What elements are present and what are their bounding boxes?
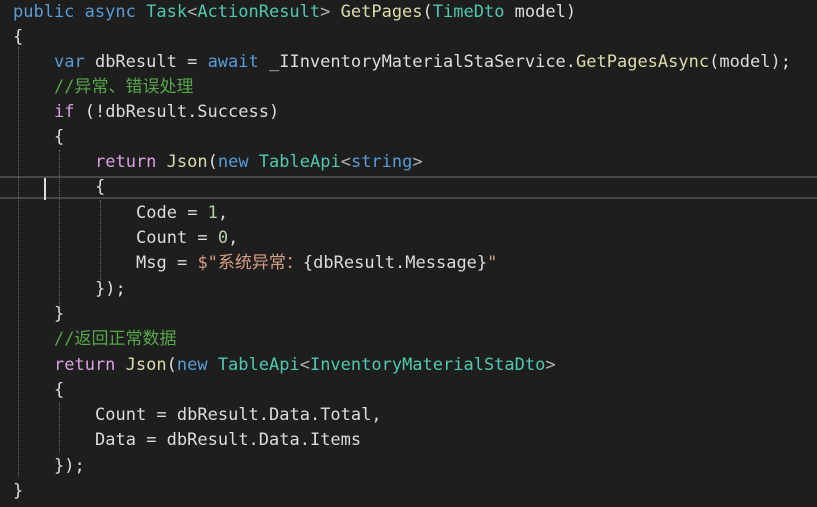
keyword: public xyxy=(13,2,75,22)
indent-guide xyxy=(18,47,19,477)
brace: { xyxy=(54,127,65,147)
type-name: Task xyxy=(146,2,188,22)
code-line-9[interactable]: Code = 1, xyxy=(136,201,817,226)
keyword: return xyxy=(95,152,157,172)
code-line-5[interactable]: if (!dbResult.Success) xyxy=(54,100,817,125)
expression: dbResult.Data.Items xyxy=(166,430,362,450)
code-line-7[interactable]: return Json(new TableApi<string> xyxy=(95,150,817,175)
angle-bracket: < xyxy=(340,152,351,172)
keyword: async xyxy=(84,2,136,22)
code-line-12[interactable]: }); xyxy=(95,277,817,302)
comment: //返回正常数据 xyxy=(54,329,177,349)
keyword: string xyxy=(350,152,413,172)
type-name: ActionResult xyxy=(197,2,321,22)
type-name: TimeDto xyxy=(432,2,505,22)
property: Count xyxy=(136,228,188,248)
brace: { xyxy=(54,380,65,400)
code-line-18[interactable]: Data = dbResult.Data.Items xyxy=(95,428,817,453)
parameter: model xyxy=(504,2,566,22)
keyword: new xyxy=(176,355,208,375)
operator: = xyxy=(135,430,167,450)
method-name: GetPages xyxy=(340,2,423,22)
keyword: return xyxy=(54,355,116,375)
angle-bracket: < xyxy=(299,355,310,375)
method-name: Json xyxy=(156,152,208,172)
code-line-8[interactable]: { xyxy=(95,175,817,200)
code-line-6[interactable]: { xyxy=(54,125,817,150)
angle-bracket: > xyxy=(412,152,423,172)
operator: = xyxy=(187,52,198,72)
code-line-13[interactable]: } xyxy=(54,302,817,327)
paren: ( xyxy=(207,152,218,172)
indent-guide xyxy=(100,200,101,282)
comma: , xyxy=(228,228,239,248)
method-name: GetPagesAsync xyxy=(576,52,710,72)
comment: //异常、错误处理 xyxy=(54,77,194,97)
indent-guide xyxy=(59,150,60,310)
code-line-2[interactable]: { xyxy=(13,25,817,50)
code-editor[interactable]: public async Task<ActionResult> GetPages… xyxy=(0,0,817,507)
code-line-15[interactable]: return Json(new TableApi<InventoryMateri… xyxy=(54,353,817,378)
paren: ( xyxy=(422,2,433,22)
indent-guide xyxy=(59,403,60,453)
code-line-3[interactable]: var dbResult = await _IInventoryMaterial… xyxy=(54,50,817,75)
operator: = xyxy=(176,203,208,223)
expression: dbResult.Data.Total, xyxy=(176,405,382,425)
interpolation: {dbResult.Message} xyxy=(302,253,488,273)
angle-bracket: > xyxy=(320,2,331,22)
brace: } xyxy=(54,304,65,324)
property: Msg xyxy=(136,253,167,273)
code-line-11[interactable]: Msg = $"系统异常：{dbResult.Message}" xyxy=(136,251,817,276)
paren: ) xyxy=(565,2,577,22)
code-line-19[interactable]: }); xyxy=(54,454,817,479)
keyword: new xyxy=(217,152,249,172)
paren: ( xyxy=(166,355,177,375)
type-name: InventoryMaterialStaDto xyxy=(309,355,546,375)
comma: , xyxy=(217,203,229,223)
code-line-17[interactable]: Count = dbResult.Data.Total, xyxy=(95,403,817,428)
number: 1 xyxy=(207,203,218,223)
operator: = xyxy=(146,405,177,425)
string-literal: " xyxy=(487,253,498,273)
text-caret xyxy=(44,178,46,200)
code-line-14[interactable]: //返回正常数据 xyxy=(54,327,817,352)
operator: = xyxy=(187,228,218,248)
type-name: TableApi xyxy=(207,355,300,375)
code-line-16[interactable]: { xyxy=(54,378,817,403)
number: 0 xyxy=(217,228,229,248)
angle-bracket: < xyxy=(187,2,198,22)
method-name: Json xyxy=(115,355,167,375)
keyword: var xyxy=(54,52,85,72)
property: Count xyxy=(95,405,147,425)
brace: } xyxy=(13,481,24,501)
brace: { xyxy=(13,27,24,47)
brace: { xyxy=(95,177,106,197)
type-name: TableApi xyxy=(248,152,341,172)
angle-bracket: > xyxy=(545,355,556,375)
code-line-10[interactable]: Count = 0, xyxy=(136,226,817,251)
property: Code xyxy=(136,203,177,223)
property: Data xyxy=(95,430,136,450)
code-line-20[interactable]: } xyxy=(13,479,817,504)
code-line-1[interactable]: public async Task<ActionResult> GetPages… xyxy=(13,0,817,25)
variable: dbResult xyxy=(84,52,188,72)
operator: = xyxy=(166,253,198,273)
keyword: await xyxy=(197,52,259,72)
arguments: (model); xyxy=(709,52,791,72)
code-line-4[interactable]: //异常、错误处理 xyxy=(54,75,817,100)
closing-brace: }); xyxy=(54,456,85,476)
string-literal: $"系统异常： xyxy=(197,253,303,273)
keyword: if xyxy=(54,102,75,122)
identifier: _IInventoryMaterialStaService. xyxy=(258,52,577,72)
condition: (!dbResult.Success) xyxy=(74,102,280,122)
closing-brace: }); xyxy=(95,279,126,299)
